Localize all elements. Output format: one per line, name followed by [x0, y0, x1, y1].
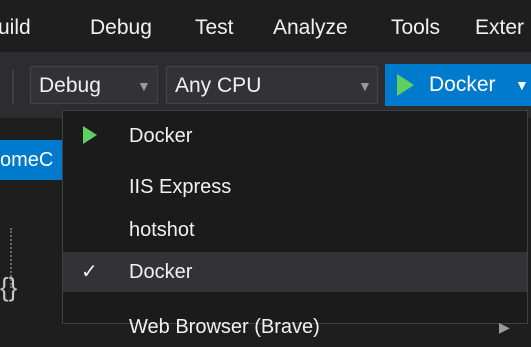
menu-build[interactable]: uild: [0, 0, 31, 52]
debug-target-label: Docker: [129, 261, 193, 283]
toolbar-separator: [12, 70, 14, 104]
play-icon: [397, 74, 414, 96]
document-tab[interactable]: omeC: [0, 140, 62, 180]
debug-target-item-web-browser[interactable]: Web Browser (Brave) ▶: [63, 307, 527, 347]
debug-target-label: IIS Express: [129, 176, 232, 198]
chevron-down-icon: ▼: [137, 78, 151, 94]
menu-tools[interactable]: Tools: [391, 0, 440, 52]
menu-analyze[interactable]: Analyze: [273, 0, 348, 52]
menu-test[interactable]: Test: [195, 0, 234, 52]
debug-target-label: Docker: [129, 125, 193, 147]
solution-configuration-value: Debug: [39, 74, 101, 97]
start-debugging-label: Docker: [429, 73, 496, 96]
chevron-down-icon: ▼: [358, 78, 372, 94]
menu-extensions[interactable]: Exter: [475, 0, 524, 52]
menu-debug[interactable]: Debug: [90, 0, 152, 52]
checkmark-icon: ✓: [81, 261, 98, 283]
debug-target-item-docker-run[interactable]: Docker: [63, 116, 527, 156]
code-brace-glyph: {}: [0, 272, 18, 302]
solution-platform-value: Any CPU: [175, 74, 262, 97]
debug-target-label: hotshot: [129, 219, 195, 241]
start-debugging-button[interactable]: Docker ▼: [385, 64, 531, 106]
menu-bar: uild Debug Test Analyze Tools Exter: [0, 0, 531, 52]
debug-target-item-hotshot[interactable]: hotshot: [63, 210, 527, 250]
debug-target-item-iis-express[interactable]: IIS Express: [63, 167, 527, 207]
solution-platform-combo[interactable]: Any CPU ▼: [166, 66, 378, 104]
debug-target-dropdown: Docker IIS Express hotshot ✓ Docker Web …: [62, 110, 528, 338]
solution-configuration-combo[interactable]: Debug ▼: [30, 66, 158, 104]
debug-target-label: Web Browser (Brave): [129, 316, 320, 338]
document-tab-label: omeC: [0, 149, 54, 171]
play-icon: [83, 126, 97, 144]
chevron-down-icon[interactable]: ▼: [515, 64, 529, 106]
debug-target-item-docker[interactable]: ✓ Docker: [63, 252, 527, 292]
chevron-right-icon: ▶: [499, 319, 510, 335]
